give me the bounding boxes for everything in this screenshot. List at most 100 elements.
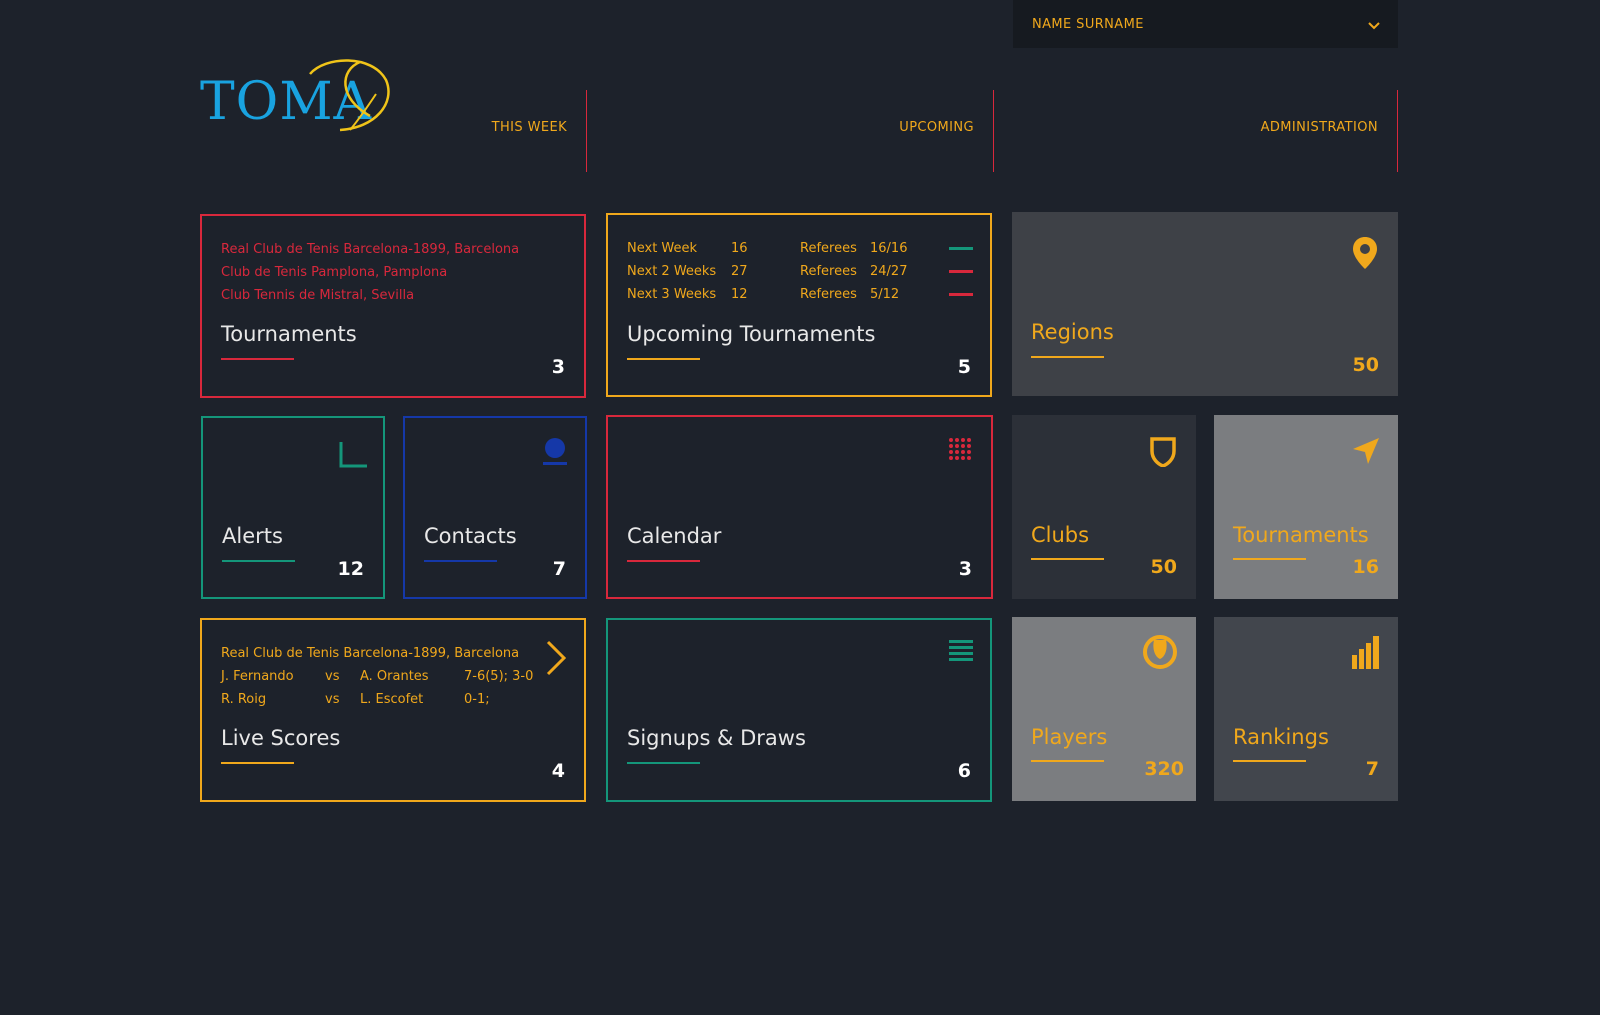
tile-count: 16 bbox=[1352, 556, 1379, 578]
tile-count: 7 bbox=[1365, 758, 1379, 780]
tile-title: Rankings bbox=[1233, 725, 1329, 749]
player-1: R. Roig bbox=[221, 692, 267, 707]
vs-label: vs bbox=[325, 669, 340, 684]
player-2: L. Escofet bbox=[360, 692, 424, 707]
live-scores-list: Real Club de Tenis Barcelona-1899, Barce… bbox=[221, 642, 541, 711]
match-score: 7-6(5); 3-0 bbox=[464, 669, 534, 684]
tile-title: Players bbox=[1031, 725, 1108, 749]
shield-icon bbox=[1150, 437, 1176, 471]
list-item: Next 3 Weeks 12 Referees 5/12 bbox=[627, 283, 975, 306]
tournament-club-list: Real Club de Tenis Barcelona-1899, Barce… bbox=[221, 238, 519, 307]
tile-title: Tournaments bbox=[221, 322, 357, 346]
tile-calendar[interactable]: Calendar 3 bbox=[606, 415, 993, 599]
tile-count: 3 bbox=[551, 356, 565, 378]
status-indicator bbox=[949, 270, 973, 273]
list-item: R. Roig vs L. Escofet 0-1; bbox=[221, 688, 541, 711]
tile-count: 50 bbox=[1150, 556, 1177, 578]
nav-label: ADMINISTRATION bbox=[1260, 119, 1378, 135]
logo: TOMA bbox=[200, 58, 390, 136]
tennis-ball-swoosh-icon bbox=[309, 59, 390, 132]
tennis-ball-icon bbox=[1143, 635, 1177, 673]
chevron-down-icon[interactable] bbox=[1368, 15, 1380, 34]
list-item: Club Tennis de Mistral, Sevilla bbox=[221, 288, 415, 303]
referees-ratio: 5/12 bbox=[870, 287, 900, 302]
tile-count: 4 bbox=[551, 760, 565, 782]
list-item: Club de Tenis Pamplona, Pamplona bbox=[221, 265, 448, 280]
period: Next 3 Weeks bbox=[627, 287, 717, 302]
upcoming-list: Next Week 16 Referees 16/16 Next 2 Weeks… bbox=[627, 237, 975, 306]
tile-title: Alerts bbox=[222, 524, 283, 548]
nav-label: THIS WEEK bbox=[491, 119, 567, 135]
tile-players[interactable]: Players 320 bbox=[1012, 617, 1196, 801]
tournament-count: 12 bbox=[731, 287, 748, 302]
nav-label: UPCOMING bbox=[899, 119, 974, 135]
tile-signups-draws[interactable]: Signups & Draws 6 bbox=[606, 618, 992, 802]
chevron-right-icon[interactable] bbox=[546, 640, 567, 680]
map-pin-icon bbox=[1352, 236, 1378, 274]
list-item: Real Club de Tenis Barcelona-1899, Barce… bbox=[221, 242, 520, 257]
tile-live-scores[interactable]: Real Club de Tenis Barcelona-1899, Barce… bbox=[200, 618, 586, 802]
tile-title: Live Scores bbox=[221, 726, 341, 750]
nav-this-week[interactable]: THIS WEEK bbox=[390, 90, 587, 172]
nav-administration[interactable]: ADMINISTRATION bbox=[1200, 90, 1398, 172]
user-menu[interactable]: NAME SURNAME bbox=[1013, 0, 1398, 48]
tile-tournaments[interactable]: Real Club de Tenis Barcelona-1899, Barce… bbox=[200, 214, 586, 398]
tile-underline bbox=[222, 560, 295, 562]
tile-count: 6 bbox=[957, 760, 971, 782]
match-score: 0-1; bbox=[464, 692, 490, 707]
live-club: Real Club de Tenis Barcelona-1899, Barce… bbox=[221, 646, 520, 661]
referees-label: Referees bbox=[800, 241, 857, 256]
tournament-count: 16 bbox=[731, 241, 748, 256]
user-name: NAME SURNAME bbox=[1032, 16, 1144, 32]
tile-underline bbox=[1031, 558, 1104, 560]
navigation-arrow-icon bbox=[1352, 437, 1380, 469]
tile-underline bbox=[1233, 760, 1306, 762]
referees-label: Referees bbox=[800, 264, 857, 279]
tile-rankings[interactable]: Rankings 7 bbox=[1214, 617, 1398, 801]
vs-label: vs bbox=[325, 692, 340, 707]
status-indicator bbox=[949, 247, 973, 250]
tournament-count: 27 bbox=[731, 264, 748, 279]
tile-underline bbox=[221, 762, 294, 764]
grid-dots-icon bbox=[948, 437, 974, 467]
referees-ratio: 24/27 bbox=[870, 264, 908, 279]
tile-underline bbox=[1233, 558, 1306, 560]
list-item: Next Week 16 Referees 16/16 bbox=[627, 237, 975, 260]
tile-count: 50 bbox=[1352, 354, 1379, 376]
tile-title: Upcoming Tournaments bbox=[627, 322, 876, 346]
tile-upcoming-tournaments[interactable]: Next Week 16 Referees 16/16 Next 2 Weeks… bbox=[606, 213, 992, 397]
referees-label: Referees bbox=[800, 287, 857, 302]
period: Next 2 Weeks bbox=[627, 264, 717, 279]
referees-ratio: 16/16 bbox=[870, 241, 908, 256]
period: Next Week bbox=[627, 241, 698, 256]
list-item: Next 2 Weeks 27 Referees 24/27 bbox=[627, 260, 975, 283]
bar-chart-icon bbox=[1352, 635, 1380, 673]
tile-count: 12 bbox=[337, 558, 364, 580]
tile-title: Regions bbox=[1031, 320, 1114, 344]
tile-count: 5 bbox=[957, 356, 971, 378]
tile-title: Signups & Draws bbox=[627, 726, 806, 750]
tile-title: Contacts bbox=[424, 524, 517, 548]
tile-tournaments-admin[interactable]: Tournaments 16 bbox=[1214, 415, 1398, 599]
tile-alerts[interactable]: Alerts 12 bbox=[201, 416, 385, 599]
player-2: A. Orantes bbox=[360, 669, 429, 684]
tile-contacts[interactable]: Contacts 7 bbox=[403, 416, 587, 599]
tile-underline bbox=[627, 762, 700, 764]
tile-count: 7 bbox=[552, 558, 566, 580]
tile-clubs[interactable]: Clubs 50 bbox=[1012, 415, 1196, 599]
tile-underline bbox=[221, 358, 294, 360]
tile-underline bbox=[627, 358, 700, 360]
tile-underline bbox=[1031, 356, 1104, 358]
nav-upcoming[interactable]: UPCOMING bbox=[800, 90, 994, 172]
tile-count: 3 bbox=[958, 558, 972, 580]
tile-underline bbox=[1031, 760, 1104, 762]
user-icon bbox=[541, 437, 569, 471]
player-1: J. Fernando bbox=[221, 669, 294, 684]
list-icon bbox=[949, 640, 973, 666]
tile-title: Tournaments bbox=[1233, 523, 1369, 547]
tile-underline bbox=[627, 560, 700, 562]
tile-title: Calendar bbox=[627, 524, 722, 548]
list-item: J. Fernando vs A. Orantes 7-6(5); 3-0 bbox=[221, 665, 541, 688]
tile-regions[interactable]: Regions 50 bbox=[1012, 212, 1398, 396]
tile-count: 320 bbox=[1144, 758, 1184, 780]
